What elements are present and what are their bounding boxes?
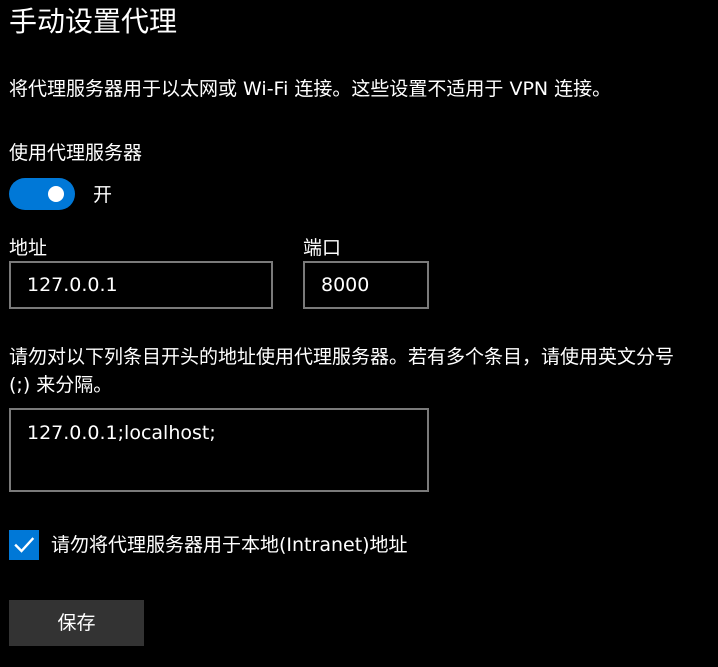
- bypass-local-checkbox[interactable]: [9, 530, 39, 560]
- page-description: 将代理服务器用于以太网或 Wi-Fi 连接。这些设置不适用于 VPN 连接。: [9, 78, 612, 100]
- address-input[interactable]: 127.0.0.1: [9, 261, 273, 309]
- port-input[interactable]: 8000: [303, 261, 429, 309]
- proxy-toggle-switch[interactable]: [9, 178, 75, 210]
- bypass-local-label: 请勿将代理服务器用于本地(Intranet)地址: [51, 534, 408, 556]
- toggle-knob: [48, 186, 64, 202]
- proxy-toggle-state: 开: [93, 184, 113, 206]
- address-label: 地址: [9, 237, 48, 259]
- exceptions-textarea[interactable]: 127.0.0.1;localhost;: [9, 408, 429, 492]
- port-label: 端口: [303, 237, 342, 259]
- checkmark-icon: [14, 537, 35, 553]
- exceptions-description: 请勿对以下列条目开头的地址使用代理服务器。若有多个条目，请使用英文分号 (;) …: [9, 346, 675, 396]
- save-button[interactable]: 保存: [9, 600, 144, 646]
- page-title: 手动设置代理: [9, 5, 178, 38]
- proxy-toggle-label: 使用代理服务器: [9, 142, 143, 164]
